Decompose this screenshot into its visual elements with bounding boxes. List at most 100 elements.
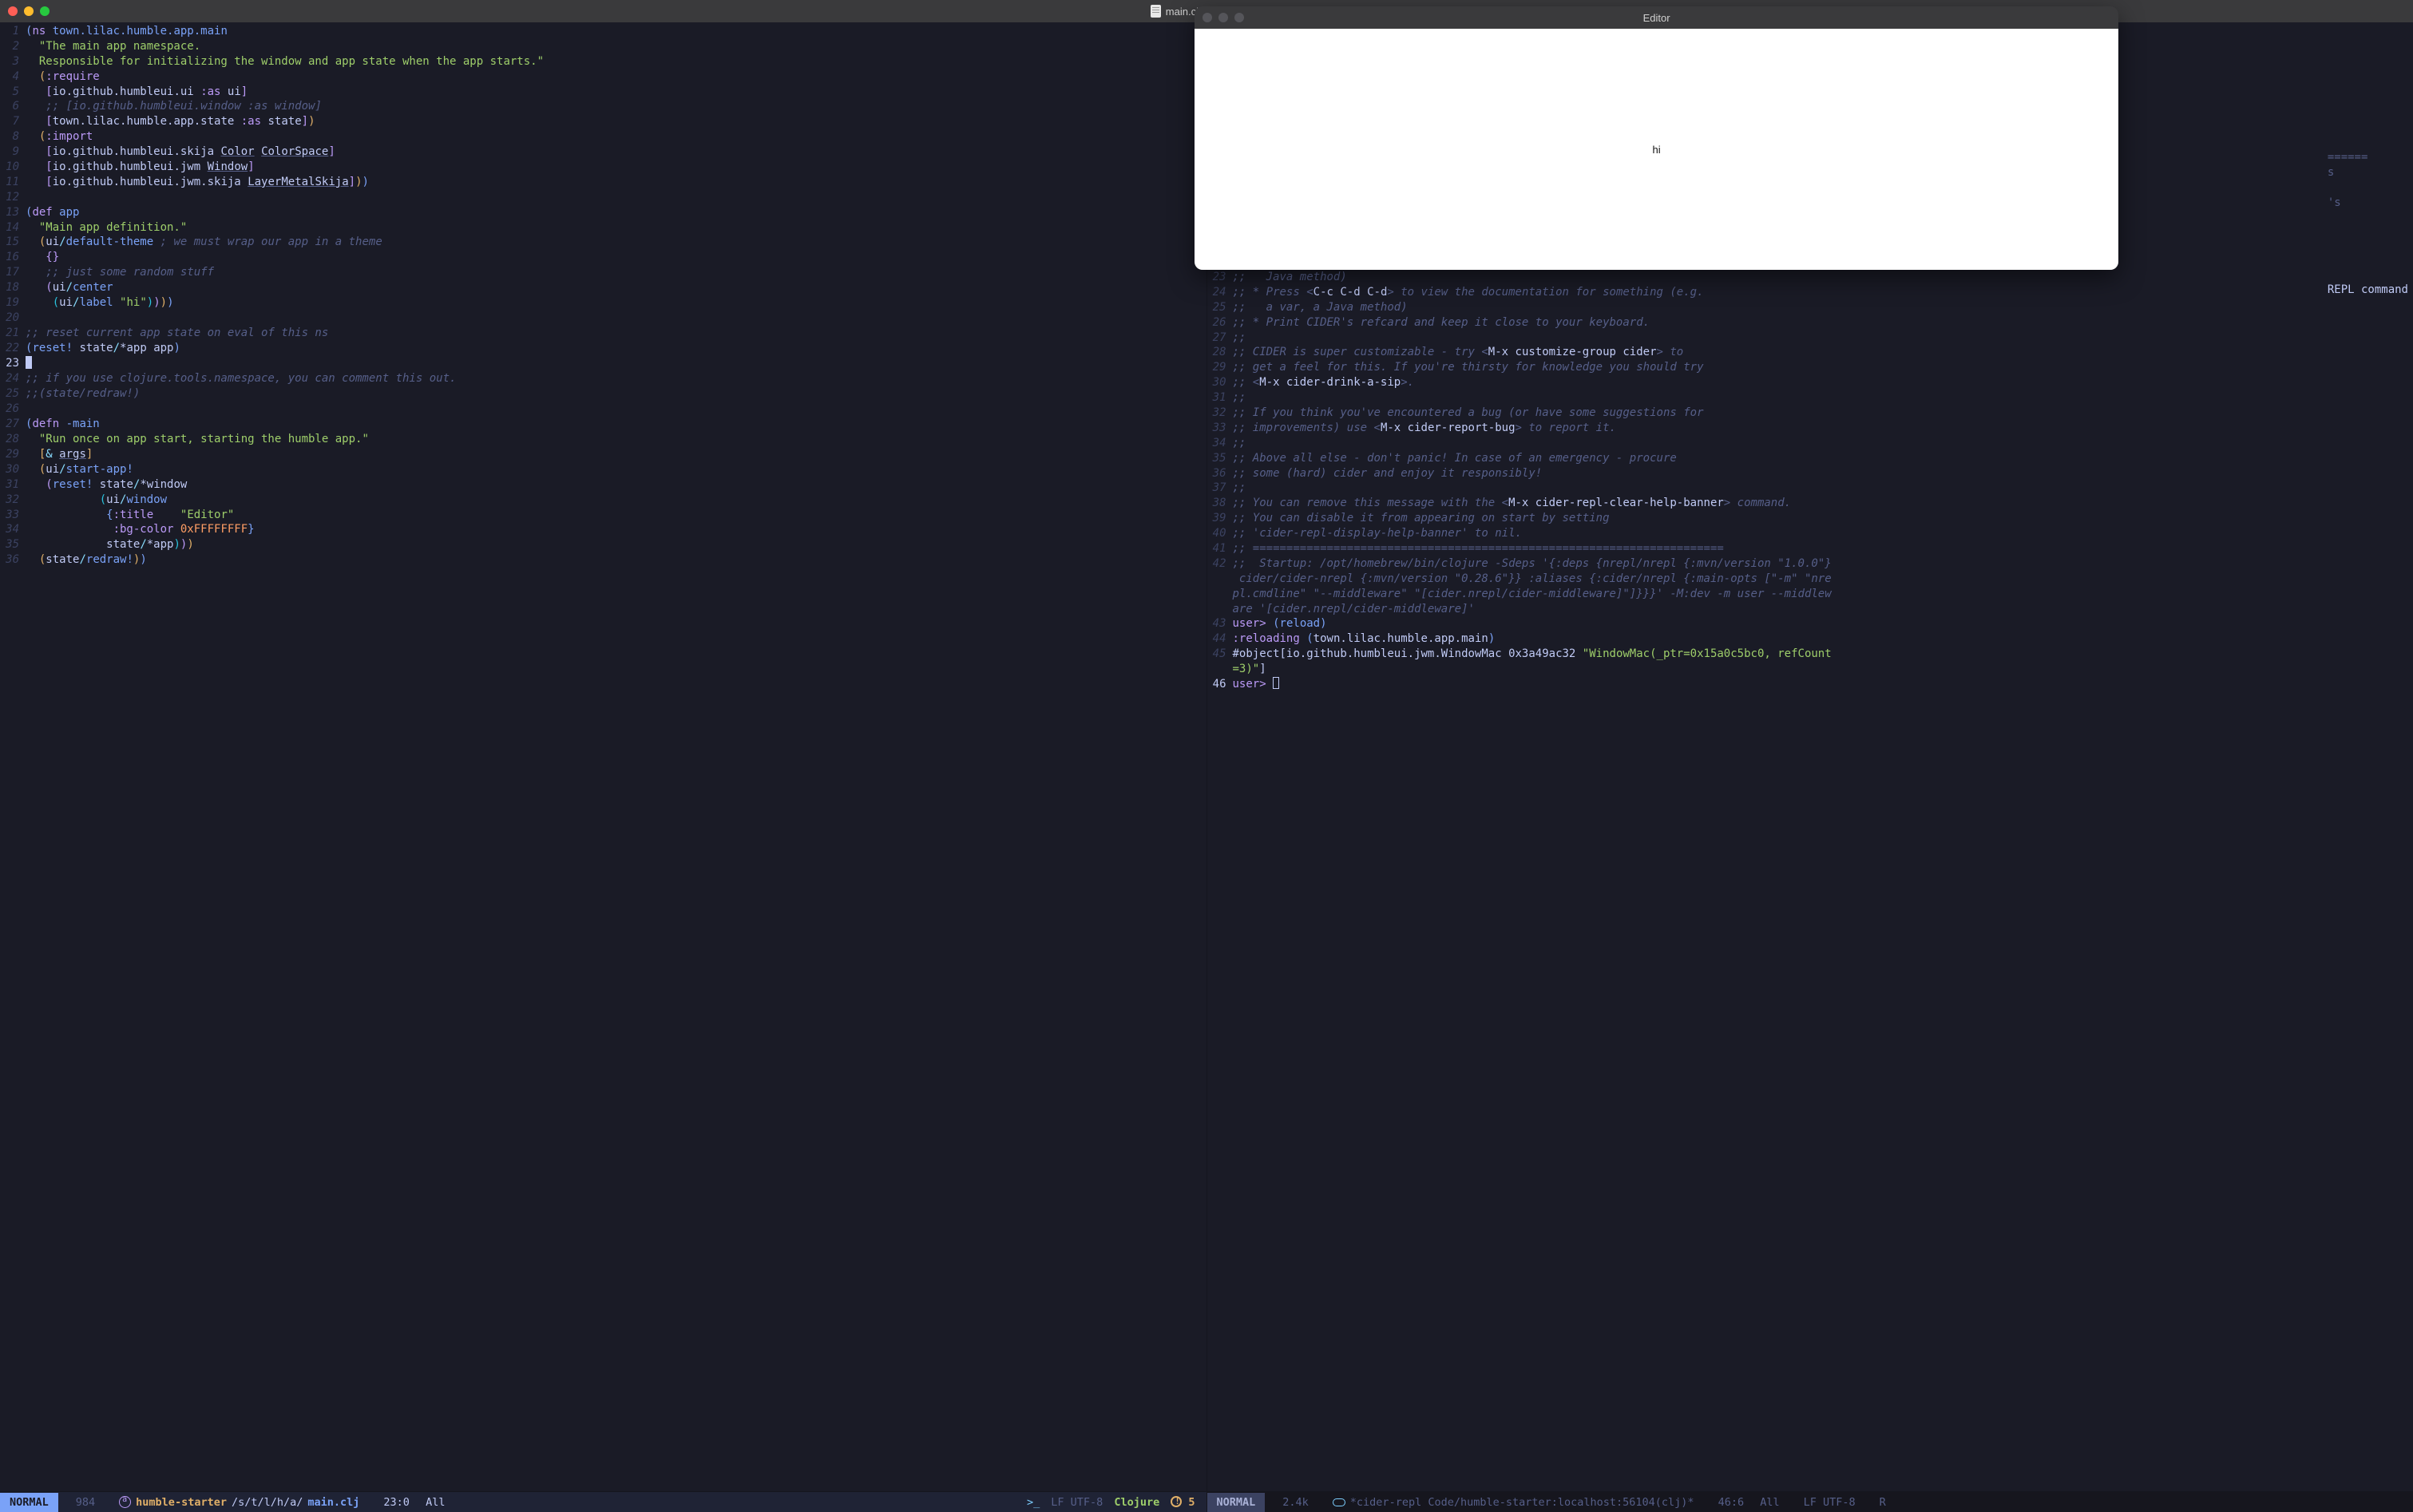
code-content[interactable]: [io.github.humbleui.jwm Window] [26,160,1206,175]
code-line[interactable]: 26;; * Print CIDER's refcard and keep it… [1207,315,2413,331]
code-content[interactable]: "Run once on app start, starting the hum… [26,432,1206,447]
code-line[interactable]: 36 (state/redraw!)) [0,552,1206,568]
code-line[interactable]: 28;; CIDER is super customizable - try <… [1207,345,2413,360]
code-content[interactable]: "Main app definition." [26,220,1206,236]
code-line[interactable]: 23 [0,356,1206,372]
code-line[interactable]: 25;;(state/redraw!) [0,386,1206,402]
code-content[interactable]: ;; reset current app state on eval of th… [26,326,1206,341]
code-line[interactable]: 29;; get a feel for this. If you're thir… [1207,360,2413,375]
code-line[interactable]: 27(defn -main [0,417,1206,432]
code-line[interactable]: are '[cider.nrepl/cider-middleware]' [1207,602,2413,617]
code-content[interactable]: [io.github.humbleui.ui :as ui] [26,85,1206,100]
code-line[interactable]: 30;; <M-x cider-drink-a-sip>. [1207,375,2413,390]
maximize-icon[interactable] [40,6,50,16]
code-line[interactable]: 43user> (reload) [1207,616,2413,631]
code-content[interactable] [26,311,1206,326]
code-content[interactable]: #object[io.github.humbleui.jwm.WindowMac… [1233,647,2413,662]
code-content[interactable]: (def app [26,205,1206,220]
code-line[interactable]: 19 (ui/label "hi")))) [0,295,1206,311]
close-icon[interactable] [1203,13,1212,22]
code-line[interactable]: 34 :bg-color 0xFFFFFFFF} [0,522,1206,537]
code-line[interactable]: 28 "Run once on app start, starting the … [0,432,1206,447]
code-content[interactable]: ;; a var, a Java method) [1233,300,2413,315]
code-content[interactable]: ;; Java method) [1233,270,2413,285]
code-content[interactable]: (:import [26,129,1206,144]
code-line[interactable]: 12 [0,190,1206,205]
code-line[interactable]: 35;; Above all else - don't panic! In ca… [1207,451,2413,466]
code-line[interactable]: 15 (ui/default-theme ; we must wrap our … [0,235,1206,250]
code-content[interactable]: [& args] [26,447,1206,462]
code-line[interactable]: 6 ;; [io.github.humbleui.window :as wind… [0,99,1206,114]
diagnostics[interactable]: 5 [1171,1496,1195,1509]
code-content[interactable]: [town.lilac.humble.app.state :as state]) [26,114,1206,129]
code-content[interactable]: are '[cider.nrepl/cider-middleware]' [1233,602,2413,617]
code-line[interactable]: 24;; * Press <C-c C-d C-d> to view the d… [1207,285,2413,300]
code-line[interactable]: 45#object[io.github.humbleui.jwm.WindowM… [1207,647,2413,662]
code-line[interactable]: 26 [0,402,1206,417]
code-line[interactable]: 32 (ui/window [0,493,1206,508]
code-line[interactable]: 14 "Main app definition." [0,220,1206,236]
code-content[interactable]: state/*app))) [26,537,1206,552]
code-content[interactable]: ;; Above all else - don't panic! In case… [1233,451,2413,466]
code-line[interactable]: 7 [town.lilac.humble.app.state :as state… [0,114,1206,129]
code-content[interactable]: Responsible for initializing the window … [26,54,1206,69]
code-line[interactable]: 11 [io.github.humbleui.jwm.skija LayerMe… [0,175,1206,190]
code-content[interactable]: ;; * Press <C-c C-d C-d> to view the doc… [1233,285,2413,300]
code-content[interactable]: (reset! state/*app app) [26,341,1206,356]
code-line[interactable]: 25;; a var, a Java method) [1207,300,2413,315]
code-line[interactable]: 2 "The main app namespace. [0,39,1206,54]
code-content[interactable]: (ui/center [26,280,1206,295]
code-line[interactable]: pl.cmdline" "--middleware" "[cider.nrepl… [1207,587,2413,602]
code-content[interactable]: ;; * Print CIDER's refcard and keep it c… [1233,315,2413,331]
code-line[interactable]: 33;; improvements) use <M-x cider-report… [1207,421,2413,436]
code-line[interactable]: 39;; You can disable it from appearing o… [1207,511,2413,526]
code-line[interactable]: 4 (:require [0,69,1206,85]
code-content[interactable]: ;; [1233,331,2413,346]
code-content[interactable]: ;; If you think you've encountered a bug… [1233,406,2413,421]
code-line[interactable]: 41;; ===================================… [1207,541,2413,556]
code-line[interactable]: 34;; [1207,436,2413,451]
code-line[interactable]: 16 {} [0,250,1206,265]
code-content[interactable]: {} [26,250,1206,265]
code-line[interactable]: 1(ns town.lilac.humble.app.main [0,24,1206,39]
code-line[interactable]: 10 [io.github.humbleui.jwm Window] [0,160,1206,175]
code-content[interactable]: ;; if you use clojure.tools.namespace, y… [26,371,1206,386]
code-content[interactable]: ;; <M-x cider-drink-a-sip>. [1233,375,2413,390]
code-content[interactable]: ;;(state/redraw!) [26,386,1206,402]
code-content[interactable]: ;; =====================================… [1233,541,2413,556]
code-content[interactable]: pl.cmdline" "--middleware" "[cider.nrepl… [1233,587,2413,602]
code-line[interactable]: 40;; 'cider-repl-display-help-banner' to… [1207,526,2413,541]
code-line[interactable]: 20 [0,311,1206,326]
code-line[interactable]: 3 Responsible for initializing the windo… [0,54,1206,69]
code-line[interactable]: 46user> [1207,677,2413,692]
code-content[interactable] [26,356,1206,372]
code-line[interactable]: 38;; You can remove this message with th… [1207,496,2413,511]
app-output-window[interactable]: Editor hi [1195,6,2118,270]
code-line[interactable]: 29 [& args] [0,447,1206,462]
code-content[interactable]: ;; improvements) use <M-x cider-report-b… [1233,421,2413,436]
code-content[interactable]: ;; Startup: /opt/homebrew/bin/clojure -S… [1233,556,2413,572]
code-line[interactable]: 37;; [1207,481,2413,496]
code-content[interactable]: (ui/window [26,493,1206,508]
code-content[interactable]: =3)"] [1233,662,2413,677]
code-line[interactable]: cider/cider-nrepl {:mvn/version "0.28.6"… [1207,572,2413,587]
code-line[interactable]: 21;; reset current app state on eval of … [0,326,1206,341]
code-content[interactable]: ;; [1233,390,2413,406]
minimize-icon[interactable] [24,6,34,16]
minimize-icon[interactable] [1218,13,1228,22]
code-content[interactable] [26,402,1206,417]
code-content[interactable]: (ns town.lilac.humble.app.main [26,24,1206,39]
code-content[interactable]: cider/cider-nrepl {:mvn/version "0.28.6"… [1233,572,2413,587]
code-content[interactable]: (ui/default-theme ; we must wrap our app… [26,235,1206,250]
code-line[interactable]: 30 (ui/start-app! [0,462,1206,477]
code-content[interactable]: user> (reload) [1233,616,2413,631]
code-line[interactable]: 31;; [1207,390,2413,406]
code-content[interactable] [26,190,1206,205]
code-line[interactable]: 24;; if you use clojure.tools.namespace,… [0,371,1206,386]
code-content[interactable]: (ui/label "hi")))) [26,295,1206,311]
code-content[interactable]: ;; [1233,436,2413,451]
code-line[interactable]: 44:reloading (town.lilac.humble.app.main… [1207,631,2413,647]
close-icon[interactable] [8,6,18,16]
code-content[interactable]: {:title "Editor" [26,508,1206,523]
code-line[interactable]: 5 [io.github.humbleui.ui :as ui] [0,85,1206,100]
